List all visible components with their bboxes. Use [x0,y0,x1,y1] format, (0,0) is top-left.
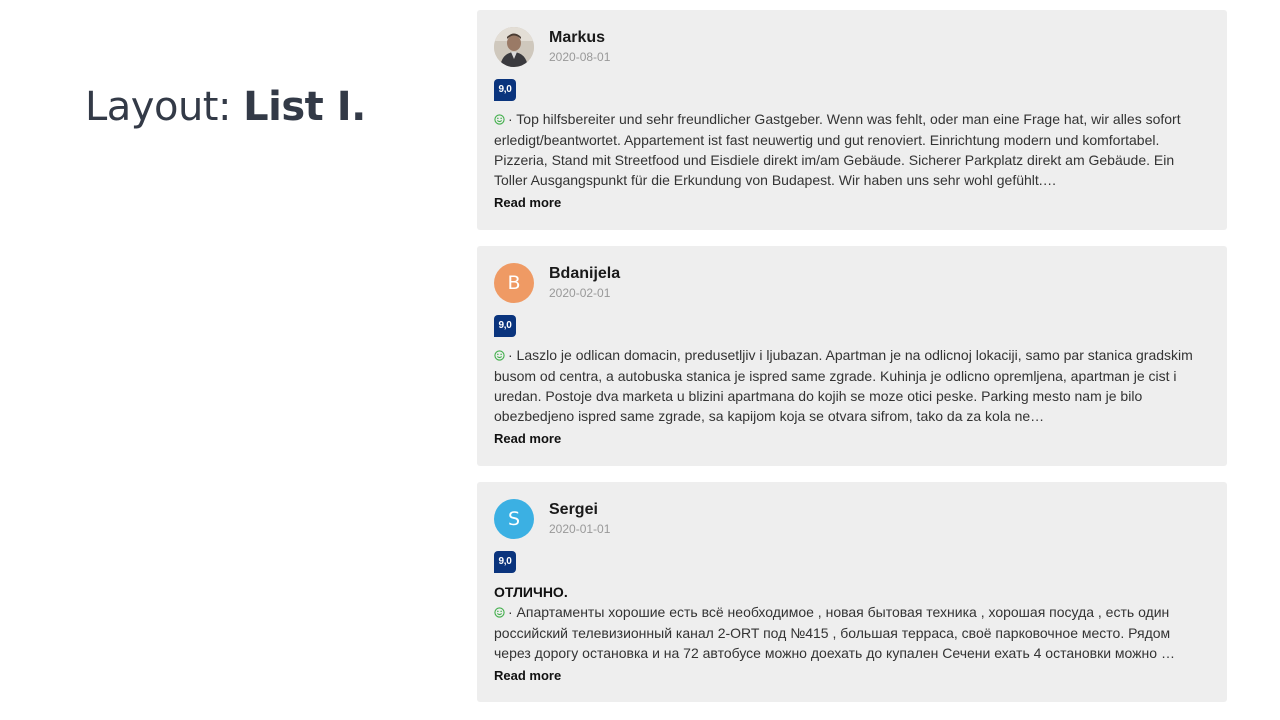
review-card: B Bdanijela 2020-02-01 9,0 · Laszlo je o… [477,246,1227,466]
review-text: · Laszlo je odlican domacin, predusetlji… [494,345,1210,425]
review-date: 2020-02-01 [549,286,611,300]
read-more-link[interactable]: Read more [494,195,561,210]
review-text: · Top hilfsbereiter und sehr freundliche… [494,109,1210,189]
review-list: Markus 2020-08-01 9,0 · Top hilfsbereite… [477,10,1227,718]
page-title-bold: List I. [243,84,366,130]
review-header: B Bdanijela 2020-02-01 [494,263,1210,303]
read-more-link[interactable]: Read more [494,668,561,683]
read-more-link[interactable]: Read more [494,431,561,446]
reviewer-name: Bdanijela [549,265,621,282]
score-badge: 9,0 [494,315,516,337]
smile-icon [494,110,505,130]
review-date: 2020-01-01 [549,522,611,536]
score-badge: 9,0 [494,79,516,101]
reviewer-avatar-letter: B [494,263,534,303]
reviewer-avatar-letter: S [494,499,534,539]
page-title: Layout: List I. [85,84,366,130]
review-date: 2020-08-01 [549,50,611,64]
score-badge: 9,0 [494,551,516,573]
smile-icon [494,603,505,623]
reviewer-avatar-photo [494,27,534,67]
review-header: S Sergei 2020-01-01 [494,499,1210,539]
review-card: Markus 2020-08-01 9,0 · Top hilfsbereite… [477,10,1227,230]
review-card: S Sergei 2020-01-01 9,0 ОТЛИЧНО. · Апарт… [477,482,1227,702]
review-body: · Апартаменты хорошие есть всё необходим… [494,604,1175,661]
reviewer-name: Markus [549,29,606,46]
review-header: Markus 2020-08-01 [494,27,1210,67]
review-heading: ОТЛИЧНО. [494,584,568,600]
review-body: · Top hilfsbereiter und sehr freundliche… [494,111,1181,188]
person-photo-icon [494,27,534,67]
smile-icon [494,346,505,366]
review-body: · Laszlo je odlican domacin, predusetlji… [494,347,1193,424]
page-title-prefix: Layout: [85,84,244,130]
review-text: · Апартаменты хорошие есть всё необходим… [494,602,1210,662]
reviewer-name: Sergei [549,501,598,518]
